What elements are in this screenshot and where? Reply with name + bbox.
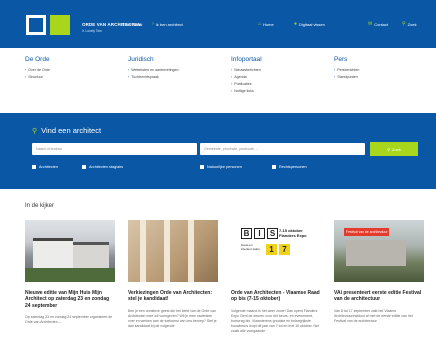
building-shape: [346, 240, 406, 266]
checkbox-stagiairs[interactable]: Architecten stagiairs: [82, 165, 123, 169]
section-title: In de kijker: [25, 203, 55, 209]
link-ik-ben-word[interactable]: › Ik ben/word: [118, 21, 143, 28]
nav-item[interactable]: Tuchtrechtspraak: [128, 75, 179, 79]
checkbox-natuurlijke[interactable]: Natuurlijke personen: [200, 165, 242, 169]
checkbox-label: Architecten: [39, 165, 58, 169]
link-ik-ben-architect[interactable]: › Ik ben architect: [152, 21, 183, 28]
link-digitaal[interactable]: ● Digitaal vissen: [294, 21, 325, 28]
link-label: Digitaal vissen: [299, 22, 325, 27]
card-image-interior[interactable]: [128, 220, 218, 282]
link-home[interactable]: ⌂ Home: [258, 21, 274, 28]
bis-letter: B: [241, 228, 252, 239]
card-image-aerial[interactable]: Festival van de architectuur: [334, 220, 424, 282]
checkbox-box[interactable]: [82, 165, 86, 169]
search-button[interactable]: ⚲ Zoek: [370, 142, 418, 156]
nav-column-juridisch: Juridisch Wetteksten en aanbevelingen Tu…: [128, 56, 179, 82]
bis-letter: S: [267, 228, 278, 239]
pillar-shape: [188, 220, 194, 282]
festival-tag: Festival van de architectuur: [344, 228, 390, 237]
nav-item[interactable]: Wetteksten en aanbevelingen: [128, 68, 178, 72]
bis-label: bouw-en interieur salon: [241, 243, 260, 251]
checkbox-label: Natuurlijke personen: [207, 165, 242, 169]
nav-item[interactable]: Agenda: [231, 75, 262, 79]
nav-item[interactable]: Standpunten: [334, 75, 359, 79]
house-shape: [33, 238, 73, 268]
card-image-houses[interactable]: [25, 220, 115, 282]
nav-item[interactable]: Nuttige links: [231, 89, 262, 93]
nav-item[interactable]: Publicaties: [231, 82, 262, 86]
mega-nav: De Orde Over de Orde Structuur Juridisch…: [0, 48, 436, 110]
news-card[interactable]: Nieuwe editie van Mijn Huis Mijn Archite…: [25, 220, 115, 325]
news-card[interactable]: Verkiezingen Orde van Architecten: stel …: [128, 220, 218, 329]
checkbox-label: Rechtspersonen: [279, 165, 307, 169]
nav-heading[interactable]: De Orde: [25, 56, 50, 63]
arrow-icon: ›: [152, 21, 154, 27]
checkbox-box[interactable]: [200, 165, 204, 169]
grass-shape: [25, 268, 115, 282]
checkbox-rechtspersonen[interactable]: Rechtspersonen: [272, 165, 307, 169]
arrow-icon: ›: [118, 21, 120, 27]
bis-dates: 7-15 oktober Flanders Expo: [279, 228, 307, 239]
nav-heading[interactable]: Infoportaal: [231, 56, 262, 63]
card-excerpt: Op zaterdag 23 en zondag 24 september or…: [25, 314, 113, 324]
bis-letter: I: [254, 228, 265, 239]
card-excerpt: Volgende maand is het weer zover! Dan op…: [231, 308, 319, 333]
search-title: ⚲ Vind een architect: [32, 126, 101, 135]
card-title[interactable]: VAi presenteert eerste editie Festival v…: [334, 290, 424, 303]
nav-column-de-orde: De Orde Over de Orde Structuur: [25, 56, 50, 82]
link-contact[interactable]: ✉ Contact: [368, 21, 388, 28]
checkbox-label: Architecten stagiairs: [89, 165, 124, 169]
search-icon: ⚲: [387, 146, 391, 152]
bis-row: bouw-en interieur salon 1 7: [241, 243, 290, 255]
orde-logo[interactable]: [26, 15, 74, 35]
location-input[interactable]: Gemeente, provincie, postcode, ...: [200, 143, 365, 155]
card-excerpt: Ben je een creatieve geest die het liefs…: [128, 308, 217, 328]
top-header: ORDE VAN ARCHITECTEN Ir. Lonely Tam › Ik…: [0, 0, 436, 48]
name-input[interactable]: Naam of bureau: [32, 143, 197, 155]
home-icon: ⌂: [258, 21, 262, 27]
search-icon: ⚲: [402, 21, 406, 27]
nav-heading[interactable]: Pers: [334, 56, 359, 63]
logo-square-green: [50, 15, 70, 35]
link-label: Ik ben/word: [121, 22, 143, 27]
card-excerpt: Van 8 tot 17 september zakt het Vlaams A…: [334, 308, 413, 323]
nav-column-pers: Pers Persberichten Standpunten: [334, 56, 359, 82]
search-icon: ⚲: [32, 127, 38, 135]
pillar-shape: [164, 220, 170, 282]
lock-icon: ●: [294, 21, 298, 27]
card-title[interactable]: Nieuwe editie van Mijn Huis Mijn Archite…: [25, 290, 115, 309]
nav-item[interactable]: Nieuwsberichten: [231, 68, 262, 72]
house-shape: [73, 242, 109, 268]
link-label: Zoek: [407, 22, 417, 27]
news-card[interactable]: B I S 7-15 oktober Flanders Expo bouw-en…: [231, 220, 321, 334]
nav-item[interactable]: Over de Orde: [25, 68, 50, 72]
search-title-label: Vind een architect: [41, 126, 102, 135]
link-label: Home: [263, 22, 274, 27]
card-image-bis-logo[interactable]: B I S 7-15 oktober Flanders Expo bouw-en…: [231, 220, 321, 282]
bis-letters: B I S: [241, 228, 278, 239]
architect-search-panel: ⚲ Vind een architect Naam of bureau Geme…: [0, 113, 436, 189]
link-zoek[interactable]: ⚲ Zoek: [402, 21, 417, 28]
checkbox-box[interactable]: [32, 165, 36, 169]
bis-digit: 1: [266, 244, 277, 255]
news-card[interactable]: Festival van de architectuur VAi present…: [334, 220, 424, 324]
nav-item[interactable]: Persberichten: [334, 68, 359, 72]
bis-digit: 7: [279, 244, 290, 255]
pillar-shape: [140, 220, 146, 282]
card-title[interactable]: Verkiezingen Orde van Architecten: stel …: [128, 290, 218, 303]
brand-subtitle: Ir. Lonely Tam: [82, 29, 102, 33]
checkbox-architecten[interactable]: Architecten: [32, 165, 58, 169]
mail-icon: ✉: [368, 21, 373, 27]
checkbox-box[interactable]: [272, 165, 276, 169]
nav-column-infoportaal: Infoportaal Nieuwsberichten Agenda Publi…: [231, 56, 262, 96]
nav-heading[interactable]: Juridisch: [128, 56, 179, 63]
link-label: Ik ben architect: [155, 22, 183, 27]
logo-square-outline: [26, 15, 46, 35]
nav-item[interactable]: Structuur: [25, 75, 50, 79]
search-button-label: Zoek: [392, 146, 401, 152]
link-label: Contact: [374, 22, 388, 27]
card-title[interactable]: Orde van Architecten - Vlaamse Raad op b…: [231, 290, 321, 303]
